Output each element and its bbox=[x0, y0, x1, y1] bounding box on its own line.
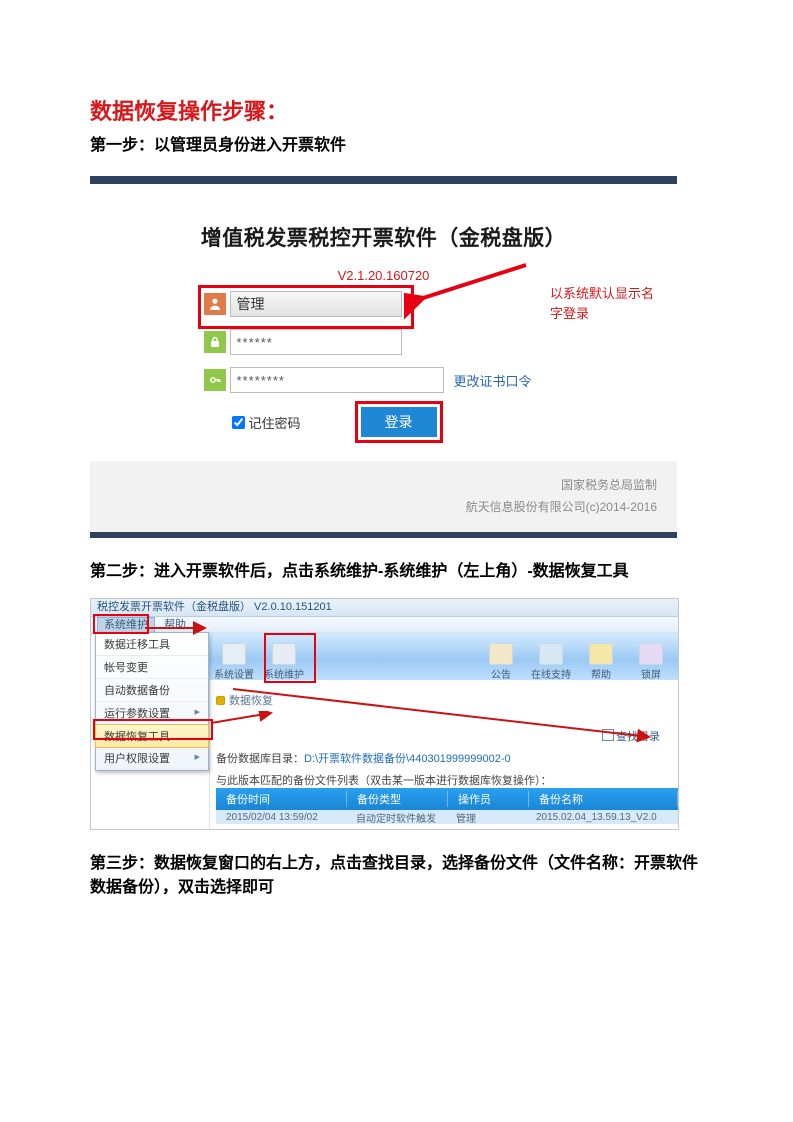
tool-announce[interactable]: 公告 bbox=[476, 633, 526, 681]
table-row[interactable]: 2015/02/04 13:59/02 自动定时软件触发 管理 2015.02.… bbox=[216, 810, 678, 824]
step-2: 第二步：进入开票软件后，点击系统维护-系统维护（左上角）-数据恢复工具 bbox=[90, 560, 703, 584]
login-version: V2.1.20.160720 bbox=[90, 268, 677, 283]
table-header: 备份时间 备份类型 操作员 备份名称 bbox=[216, 788, 678, 810]
backup-list-caption: 与此版本匹配的备份文件列表（双击某一版本进行数据库恢复操作）： bbox=[216, 772, 672, 788]
th-time: 备份时间 bbox=[216, 791, 347, 807]
login-screenshot: 增值税发票税控开票软件（金税盘版） V2.1.20.160720 管理 bbox=[90, 176, 703, 538]
dd-run-params[interactable]: 运行参数设置 bbox=[96, 702, 208, 725]
tool-system-maintenance[interactable]: 系统维护 bbox=[259, 633, 309, 681]
toolbar: 系统设置 系统维护 公告 在线支持 帮助 锁屏 bbox=[209, 632, 678, 682]
key-icon bbox=[204, 369, 226, 391]
step-1: 第一步：以管理员身份进入开票软件 bbox=[90, 134, 703, 158]
login-note: 以系统默认显示名字登录 bbox=[550, 284, 670, 323]
arrow-menu-icon bbox=[143, 621, 213, 635]
dd-data-recovery[interactable]: 数据恢复工具 bbox=[95, 724, 209, 748]
remember-label: 记住密码 bbox=[249, 413, 301, 432]
dd-user-permissions[interactable]: 用户权限设置 bbox=[96, 747, 208, 770]
tool-online-support[interactable]: 在线支持 bbox=[526, 633, 576, 681]
th-operator: 操作员 bbox=[448, 791, 529, 807]
remember-checkbox[interactable] bbox=[232, 416, 245, 429]
cert-input[interactable]: ******** bbox=[230, 367, 444, 393]
user-icon bbox=[204, 293, 226, 315]
lock-icon bbox=[204, 331, 226, 353]
dd-account-change[interactable]: 帐号变更 bbox=[96, 656, 208, 679]
backup-path-row: 备份数据库目录：D:\开票软件数据备份\440301999999002-0 bbox=[216, 750, 672, 766]
tool-lock[interactable]: 锁屏 bbox=[626, 633, 676, 681]
tool-system-settings[interactable]: 系统设置 bbox=[209, 633, 259, 681]
th-name: 备份名称 bbox=[529, 791, 678, 807]
change-cert-link[interactable]: 更改证书口令 bbox=[454, 371, 532, 390]
doc-title: 数据恢复操作步骤： bbox=[90, 94, 703, 126]
footer-line-1: 国家税务总局监制 bbox=[90, 475, 657, 497]
footer-line-2: 航天信息股份有限公司(c)2014-2016 bbox=[90, 497, 657, 519]
arrow-to-find-dir-icon bbox=[229, 685, 661, 747]
tool-help[interactable]: 帮助 bbox=[576, 633, 626, 681]
login-button[interactable]: 登录 bbox=[361, 407, 437, 437]
dd-data-migration[interactable]: 数据迁移工具 bbox=[96, 633, 208, 656]
dropdown-menu: 数据迁移工具 帐号变更 自动数据备份 运行参数设置 数据恢复工具 用户权限设置 bbox=[95, 632, 209, 771]
login-footer: 国家税务总局监制 航天信息股份有限公司(c)2014-2016 bbox=[90, 461, 677, 532]
username-input[interactable]: 管理 bbox=[230, 291, 402, 317]
th-type: 备份类型 bbox=[347, 791, 448, 807]
step-3: 第三步：数据恢复窗口的右上方，点击查找目录，选择备份文件（文件名称：开票软件数据… bbox=[90, 852, 703, 900]
login-app-title: 增值税发票税控开票软件（金税盘版） bbox=[90, 222, 677, 252]
software-screenshot: 税控发票开票软件（金税盘版） V2.0.10.151201 系统维护 帮助 数据… bbox=[90, 598, 679, 830]
window-titlebar: 税控发票开票软件（金税盘版） V2.0.10.151201 bbox=[91, 599, 678, 617]
password-input[interactable]: ****** bbox=[230, 329, 402, 355]
dd-auto-backup[interactable]: 自动数据备份 bbox=[96, 679, 208, 702]
backup-path-value: D:\开票软件数据备份\440301999999002-0 bbox=[304, 753, 511, 765]
